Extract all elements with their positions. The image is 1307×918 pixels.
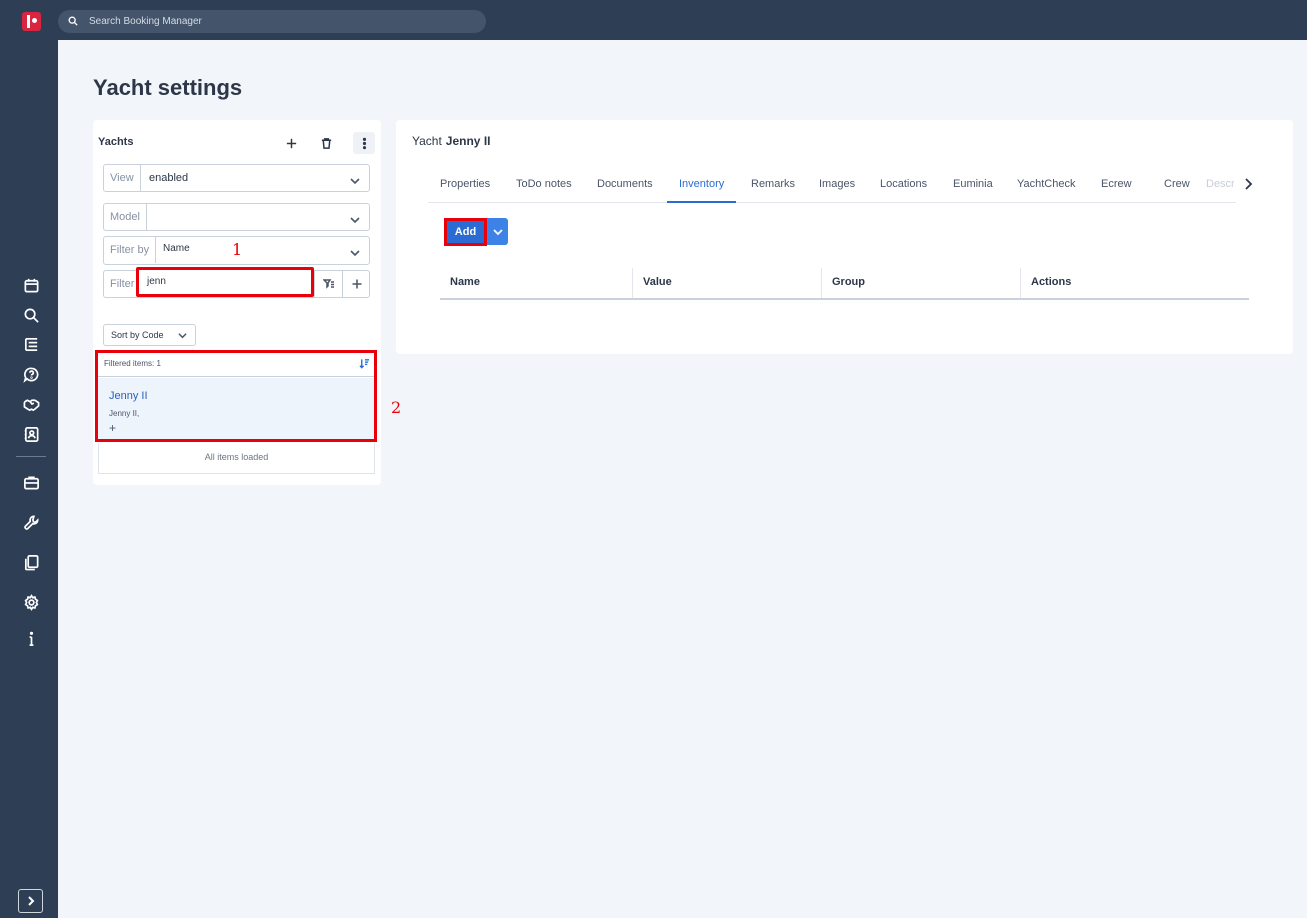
annotation-1: 1 <box>232 240 243 259</box>
add-dropdown-button[interactable] <box>487 218 508 245</box>
filter-by-label: Filter by <box>104 237 157 263</box>
briefcase-icon[interactable] <box>21 472 41 492</box>
yachts-panel: Yachts View enabled Model Filter by Name… <box>93 120 381 485</box>
tab-euminia[interactable]: Euminia <box>941 166 1005 203</box>
model-select[interactable]: Model <box>103 203 370 231</box>
more-options-button[interactable] <box>353 132 375 154</box>
tab-description[interactable]: Descr <box>1194 166 1234 203</box>
documents-icon[interactable] <box>21 552 41 572</box>
list-icon[interactable] <box>21 334 41 354</box>
filter-by-value: Name <box>163 243 190 254</box>
sidebar <box>0 40 58 918</box>
view-value: enabled <box>149 172 189 184</box>
contacts-icon[interactable] <box>21 424 41 444</box>
column-value[interactable]: Value <box>633 268 822 298</box>
sort-order-icon[interactable] <box>359 358 370 369</box>
column-name[interactable]: Name <box>440 268 633 298</box>
tab-todo-notes[interactable]: ToDo notes <box>504 166 584 203</box>
yacht-name[interactable]: Jenny II <box>109 390 148 402</box>
add-yacht-button[interactable] <box>280 132 302 154</box>
page-title: Yacht settings <box>93 75 243 100</box>
tabs-scroll-right-button[interactable] <box>1242 177 1254 191</box>
search-nav-icon[interactable] <box>21 305 41 325</box>
add-button[interactable]: Add <box>444 218 487 246</box>
tab-images[interactable]: Images <box>807 166 867 203</box>
yachts-panel-title: Yachts <box>98 136 134 148</box>
tab-inventory[interactable]: Inventory <box>667 166 737 203</box>
handshake-icon[interactable] <box>21 394 41 414</box>
tab-remarks[interactable]: Remarks <box>739 166 807 203</box>
view-select[interactable]: View enabled <box>103 164 370 192</box>
search-placeholder: Search Booking Manager <box>89 16 202 27</box>
filter-options-button[interactable] <box>314 270 342 298</box>
inventory-table-header: Name Value Group Actions <box>440 268 1249 300</box>
filtered-results: Filtered items: 1 Jenny II Jenny II, + <box>95 350 377 442</box>
list-item[interactable]: Jenny II Jenny II, + <box>98 378 374 439</box>
tab-bar: Properties ToDo notes Documents Inventor… <box>428 166 1236 203</box>
column-group[interactable]: Group <box>822 268 1021 298</box>
chevron-right-icon <box>27 896 34 906</box>
chevron-down-icon <box>178 333 187 339</box>
delete-yacht-button[interactable] <box>315 132 337 154</box>
tab-properties[interactable]: Properties <box>428 166 502 203</box>
annotation-2: 2 <box>391 398 402 417</box>
tab-ecrew[interactable]: Ecrew <box>1089 166 1144 203</box>
yacht-subtitle: Jenny II, <box>109 409 140 418</box>
wrench-icon[interactable] <box>21 512 41 532</box>
filter-input[interactable]: jenn <box>136 267 314 297</box>
search-bar[interactable]: Search Booking Manager <box>58 10 486 33</box>
view-label: View <box>104 165 141 191</box>
expand-item-plus[interactable]: + <box>109 422 116 434</box>
yacht-title: Yacht Jenny II <box>412 134 490 148</box>
filtered-count: Filtered items: 1 <box>104 359 161 368</box>
yacht-detail-panel: Yacht Jenny II Properties ToDo notes Docu… <box>396 120 1293 354</box>
all-loaded-text: All items loaded <box>98 443 375 474</box>
results-header: Filtered items: 1 <box>98 353 374 377</box>
sort-value: Sort by Code <box>111 330 164 340</box>
app-logo[interactable] <box>22 12 41 31</box>
info-icon[interactable] <box>21 628 41 648</box>
gear-icon[interactable] <box>21 592 41 612</box>
plus-icon <box>286 138 296 148</box>
tab-locations[interactable]: Locations <box>868 166 939 203</box>
kebab-menu-icon <box>362 137 366 149</box>
search-icon <box>68 16 78 26</box>
tab-yachtcheck[interactable]: YachtCheck <box>1005 166 1088 203</box>
tab-documents[interactable]: Documents <box>585 166 665 203</box>
chevron-down-icon <box>350 212 360 224</box>
chevron-right-icon <box>1245 178 1253 190</box>
model-label: Model <box>104 204 147 230</box>
yacht-title-prefix: Yacht <box>412 134 442 148</box>
chevron-down-icon <box>350 245 360 257</box>
expand-sidebar-button[interactable] <box>18 889 43 913</box>
plus-icon <box>352 279 361 289</box>
filter-list-icon <box>322 279 334 289</box>
add-filter-button[interactable] <box>342 270 370 298</box>
sidebar-divider <box>16 456 46 457</box>
trash-icon <box>321 137 331 149</box>
yacht-title-name: Jenny II <box>445 134 491 148</box>
chevron-down-icon <box>350 173 360 185</box>
calendar-icon[interactable] <box>21 275 41 295</box>
sort-select[interactable]: Sort by Code <box>103 324 196 346</box>
top-bar: Search Booking Manager <box>0 0 1307 40</box>
chevron-down-icon <box>492 228 503 235</box>
help-chat-icon[interactable] <box>21 364 41 384</box>
column-actions: Actions <box>1031 276 1072 288</box>
